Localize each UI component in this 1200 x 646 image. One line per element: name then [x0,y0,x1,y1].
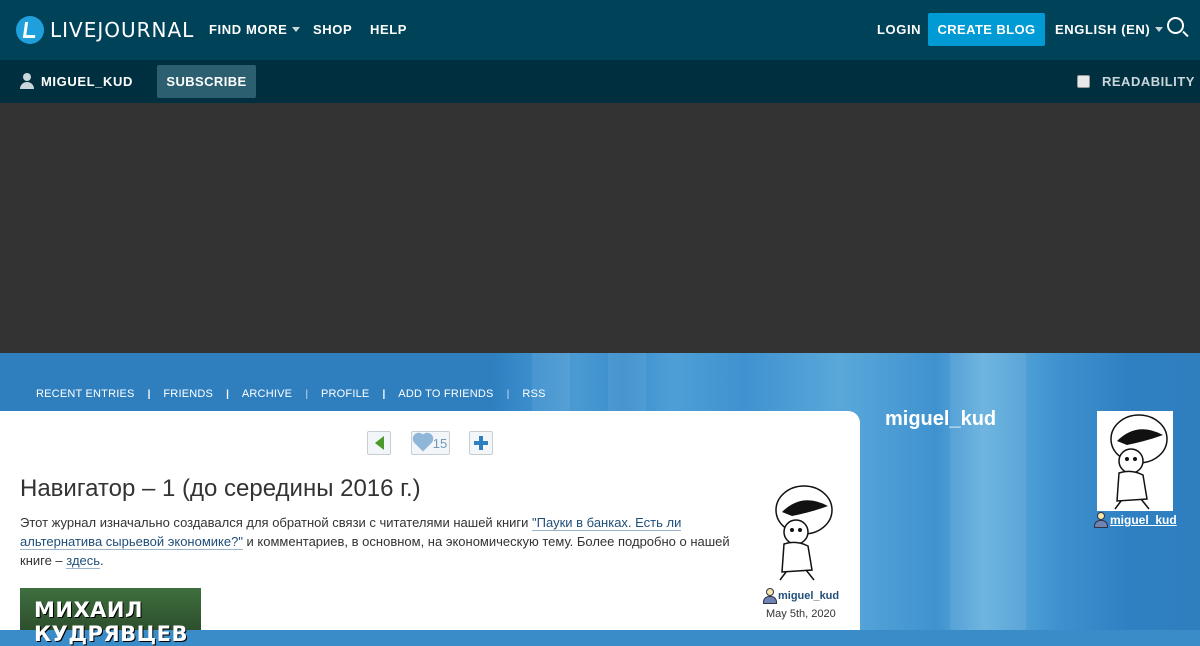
search-icon[interactable] [1167,17,1184,34]
book-cover-image[interactable]: МИХАИЛ КУДРЯВЦЕВ [20,588,201,646]
nav-separator: | [305,388,308,400]
nav-separator: | [226,388,229,400]
here-link[interactable]: здесь [66,553,101,569]
post-body: Этот журнал изначально создавался для об… [20,513,740,570]
nav-help[interactable]: HELP [370,22,407,37]
post-text: . [100,553,104,568]
create-blog-button[interactable]: CREATE BLOG [928,13,1045,46]
journal-nav-recent-entries[interactable]: RECENT ENTRIES [36,388,135,400]
post-title: Навигатор – 1 (до середины 2016 г.) [20,475,421,502]
user-icon [762,588,777,604]
user-icon [1093,512,1108,528]
post-author-avatar[interactable] [762,482,838,582]
journal-nav-profile[interactable]: PROFILE [321,388,369,400]
nav-separator: | [147,388,151,400]
readability-label: READABILITY [1102,74,1195,89]
previous-entry-button[interactable] [367,431,391,455]
readability-checkbox[interactable] [1077,75,1090,88]
journal-nav-friends[interactable]: FRIENDS [163,388,213,400]
chevron-left-icon [374,436,384,450]
logo-text: LIVEJOURNAL [50,18,195,42]
journal-title[interactable]: miguel_kud [885,408,996,431]
journal-nav-archive[interactable]: ARCHIVE [242,388,292,400]
subscribe-button[interactable]: SUBSCRIBE [157,65,256,98]
login-link[interactable]: LOGIN [877,22,921,37]
journal-avatar[interactable] [1097,411,1173,511]
nav-shop[interactable]: SHOP [313,22,352,37]
like-count: 15 [432,435,448,451]
chevron-down-icon [292,27,301,32]
chevron-down-icon [1155,27,1164,32]
like-button[interactable]: 15 [411,431,450,455]
ad-banner [0,103,1200,353]
post-text: Этот журнал изначально создавался для об… [20,515,533,530]
background-stripe [950,353,1026,630]
journal-nav-add-to-friends[interactable]: ADD TO FRIENDS [398,388,493,400]
language-label: ENGLISH (EN) [1055,22,1151,37]
nav-find-more-label: FIND MORE [209,22,288,37]
journal-nav-rss[interactable]: RSS [522,388,545,400]
nav-separator: | [506,388,510,400]
livejournal-logo[interactable]: LIVEJOURNAL [16,16,194,44]
sidebar-author-link[interactable]: miguel_kud [1110,513,1177,527]
language-selector[interactable]: ENGLISH (EN) [1055,22,1164,37]
journal-nav: RECENT ENTRIES | FRIENDS | ARCHIVE | PRO… [36,388,546,400]
readability-toggle[interactable]: READABILITY [1077,74,1195,89]
nav-find-more[interactable]: FIND MORE [209,22,301,37]
post-author-link[interactable]: miguel_kud [778,590,839,602]
plus-icon [474,436,488,450]
user-icon [20,73,34,89]
add-entry-button[interactable] [469,431,493,455]
post-date: May 5th, 2020 [766,608,836,620]
heart-icon [414,434,432,452]
journal-username-link[interactable]: MIGUEL_KUD [41,74,133,89]
livejournal-logo-icon [16,16,44,44]
nav-separator: | [382,388,386,400]
book-cover-text: МИХАИЛ КУДРЯВЦЕВ [34,598,188,646]
